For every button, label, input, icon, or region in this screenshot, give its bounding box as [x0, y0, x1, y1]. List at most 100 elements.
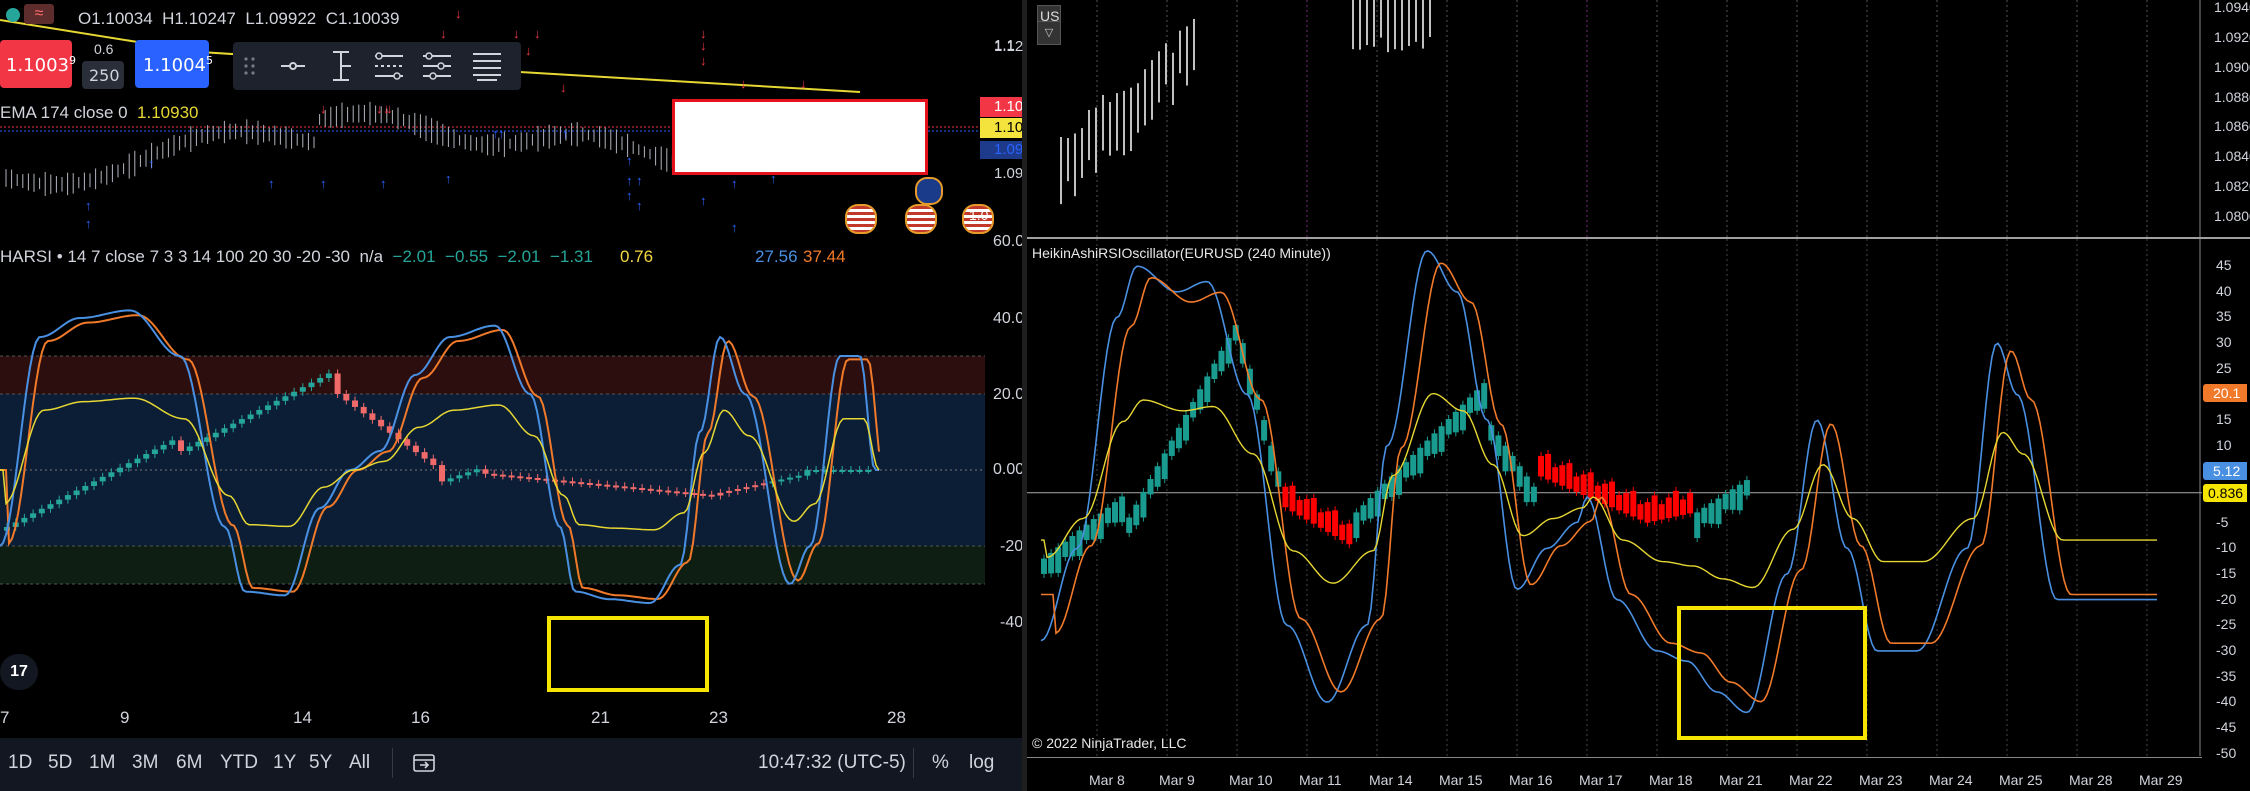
range-ytd[interactable]: YTD [220, 752, 258, 774]
harsi-bar [30, 513, 37, 518]
nt-date-label: Mar 21 [1719, 772, 1763, 788]
oscillator-bar [1310, 498, 1317, 524]
event-count: 1.0 [969, 207, 989, 223]
harsi-bar [151, 449, 158, 455]
buy-signal-arrow: ↑ [731, 176, 738, 191]
harsi-bar [456, 475, 463, 479]
sell-signal-arrow: ↓ [525, 43, 532, 58]
sell-signal-arrow: ↓ [700, 53, 707, 68]
rectangle-drawing[interactable] [672, 99, 928, 175]
oscillator-bar [1637, 504, 1644, 520]
nt-oscillator-pane[interactable] [1027, 239, 2202, 756]
sell-signal-arrow: ↓ [534, 26, 541, 41]
harsi-bar [526, 477, 532, 480]
harsi-bar [439, 465, 445, 482]
buy-button[interactable]: 1.10045 [135, 40, 213, 88]
highlight-box[interactable] [547, 616, 709, 692]
harsi-bar [491, 473, 498, 476]
harsi-bar [230, 423, 237, 429]
range-1d[interactable]: 1D [8, 752, 32, 774]
buy-signal-arrow: ↑ [700, 193, 707, 208]
nt-date-label: Mar 15 [1439, 772, 1483, 788]
oscillator-bar [1332, 510, 1339, 536]
clock-time[interactable]: 10:47:32 (UTC-5) [758, 752, 906, 774]
harsi-bar [673, 491, 680, 494]
oscillator-bar [1346, 523, 1353, 545]
range-3m[interactable]: 3M [132, 752, 158, 774]
nt-date-label: Mar 28 [2069, 772, 2113, 788]
highlight-box-right[interactable] [1677, 606, 1867, 740]
harsi-bar [265, 405, 271, 410]
nt-price-pane[interactable] [1027, 0, 2250, 237]
scroll-down-button[interactable]: ▽ [1037, 21, 1061, 45]
horizontal-ray-icon[interactable] [271, 44, 315, 88]
time-axis[interactable]: 7 9 14 16 21 23 28 [0, 700, 1030, 736]
range-5y[interactable]: 5Y [309, 752, 332, 774]
harsi-bar [317, 378, 324, 383]
bottom-toolbar: 1D 5D 1M 3M 6M YTD 1Y 5Y All 10:47:32 (U… [0, 738, 1027, 791]
harsi-bar [421, 452, 428, 459]
oscillator-bar [1339, 524, 1346, 541]
nt-axis-label: -30 [2216, 641, 2237, 658]
tradingview-logo-icon[interactable]: 17 [0, 654, 38, 690]
oscillator-bar [1154, 466, 1161, 487]
nt-axis-label: 45 [2216, 257, 2232, 274]
wave-icon[interactable]: ≈ [24, 4, 54, 24]
economic-event-icon[interactable] [915, 177, 943, 205]
log-toggle[interactable]: log [969, 752, 994, 774]
sell-signal-arrow: ↓ [800, 76, 807, 91]
oscillator-bar [1211, 363, 1218, 380]
percent-toggle[interactable]: % [932, 752, 949, 774]
oscillator-fast-line [1040, 250, 2157, 714]
harsi-bar [308, 382, 315, 388]
quantity-field[interactable]: 250 [82, 61, 124, 89]
range-1y[interactable]: 1Y [273, 752, 296, 774]
oscillator-bar [1438, 426, 1445, 452]
oscillator-bar [1672, 490, 1679, 517]
harsi-bar [334, 373, 341, 394]
oscillator-bar [1325, 511, 1331, 532]
buy-signal-arrow: ↑ [626, 173, 633, 188]
date-range-icon[interactable] [412, 752, 436, 774]
nt-axis-label: -45 [2216, 718, 2237, 735]
buy-signal-arrow: ↑ [85, 198, 92, 213]
oscillator-bar [1623, 492, 1630, 514]
range-5d[interactable]: 5D [48, 752, 72, 774]
parallel-channel-icon[interactable] [415, 44, 459, 88]
fib-levels-icon[interactable] [465, 44, 509, 88]
tradingview-panel: ↓ ↓ ↓ ↓ ↓ ↓ ↓ ↓ ↓ ↓ ↓ ↓ ↓ ↓ ↓ ↑ ↑ ↑ ↑ ↑ ↑ ↑ ↑ ↑ ↑ ↑ ↑ ↑ ↑ ↑ ↑ ↑ ↑ ↑ ≈ O1.… [0, 0, 1030, 791]
harsi-bar [517, 476, 524, 479]
symbol-flag-icon[interactable] [6, 8, 20, 22]
us-flag-event-icon-2[interactable] [905, 204, 937, 234]
fib-retracement-icon[interactable] [367, 44, 411, 88]
nt-date-label: Mar 14 [1369, 772, 1413, 788]
oscillator-bar [1580, 474, 1587, 495]
sell-price: 1.1003 [6, 55, 69, 76]
nt-date-axis[interactable]: Mar 8 Mar 9 Mar 10 Mar 11 Mar 14 Mar 15 Mar 16… [1027, 758, 2202, 791]
drag-handle-icon[interactable] [243, 56, 257, 76]
oscillator-bar [1296, 500, 1303, 516]
nt-date-label: Mar 29 [2139, 772, 2183, 788]
buy-signal-arrow: ↑ [626, 153, 633, 168]
buy-signal-arrow: ↑ [148, 156, 155, 171]
buy-signal-arrow: ↑ [445, 171, 452, 186]
nt-axis-label: -20 [2216, 590, 2237, 607]
range-all[interactable]: All [349, 752, 370, 774]
quantity-value: 250 [89, 66, 120, 85]
nt-price-label: 1.0880 [2214, 89, 2250, 105]
harsi-bar [325, 373, 332, 379]
range-1m[interactable]: 1M [89, 752, 115, 774]
sell-button[interactable]: 1.10039 [0, 40, 76, 88]
oscillator-bar [1651, 495, 1658, 522]
harsi-pane[interactable] [0, 238, 985, 700]
time-axis-label: 7 [0, 708, 10, 727]
harsi-bar [586, 482, 593, 485]
vertical-line-icon[interactable] [319, 44, 363, 88]
us-flag-event-icon[interactable] [845, 204, 877, 234]
nt-axis-label: -40 [2216, 693, 2237, 710]
nt-price-label: 1.0800 [2214, 208, 2250, 224]
harsi-bar [430, 458, 437, 466]
nt-date-label: Mar 10 [1229, 772, 1273, 788]
range-6m[interactable]: 6M [176, 752, 202, 774]
oscillator-bar [1062, 541, 1069, 558]
